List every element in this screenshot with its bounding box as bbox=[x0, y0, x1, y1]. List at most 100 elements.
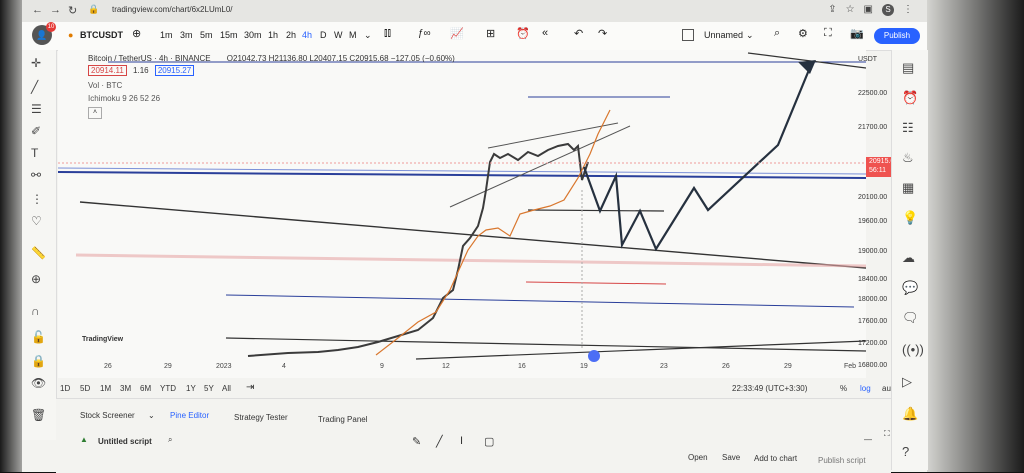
interval-5m[interactable]: 5m bbox=[200, 30, 213, 40]
camera-icon[interactable]: 📷 bbox=[850, 27, 864, 40]
text-tool-icon[interactable]: T bbox=[31, 146, 38, 160]
trash-icon[interactable]: 🗑 bbox=[31, 408, 46, 422]
brush-icon[interactable]: ✐ bbox=[31, 124, 41, 138]
text-cursor-icon[interactable]: I bbox=[460, 435, 463, 447]
pattern-icon[interactable]: ⚯ bbox=[31, 168, 41, 182]
range-5y[interactable]: 5Y bbox=[204, 384, 214, 393]
publish-button[interactable]: Publish bbox=[874, 28, 920, 44]
legend-title[interactable]: Bitcoin / TetherUS · 4h · BINANCE bbox=[88, 54, 211, 63]
range-1d[interactable]: 1D bbox=[60, 384, 70, 393]
interval-4h[interactable]: 4h bbox=[302, 30, 312, 40]
sidepanel-icon[interactable]: ▣ bbox=[864, 4, 873, 16]
layout-name[interactable]: Unnamed bbox=[704, 30, 743, 40]
bid-price[interactable]: 20914.11 bbox=[88, 65, 127, 76]
url-text[interactable]: tradingview.com/chart/6x2LUmL0/ bbox=[112, 5, 233, 14]
templates-icon[interactable]: 📈 bbox=[450, 27, 464, 40]
interval-15m[interactable]: 15m bbox=[220, 30, 238, 40]
magnet-icon[interactable]: ∩ bbox=[31, 304, 40, 318]
add-to-chart-button[interactable]: Add to chart bbox=[754, 454, 797, 463]
stock-screener-dropdown-icon[interactable]: ⌄ bbox=[148, 411, 155, 420]
streams-icon[interactable]: ☁ bbox=[902, 250, 915, 266]
chat-alt-icon[interactable]: 🗨 bbox=[902, 310, 919, 326]
range-6m[interactable]: 6M bbox=[140, 384, 151, 393]
eye-icon[interactable]: 👁 bbox=[31, 376, 46, 390]
interval-1h[interactable]: 1h bbox=[268, 30, 278, 40]
line-tool-icon[interactable]: ╱ bbox=[436, 435, 443, 448]
fullscreen-icon[interactable]: ⛶ bbox=[824, 27, 832, 40]
tab-trading-panel[interactable]: Trading Panel bbox=[318, 415, 368, 424]
range-1m[interactable]: 1M bbox=[100, 384, 111, 393]
zoom-in-icon[interactable]: ⊕ bbox=[31, 272, 41, 286]
tab-strategy-tester[interactable]: Strategy Tester bbox=[234, 413, 288, 422]
range-ytd[interactable]: YTD bbox=[160, 384, 176, 393]
data-window-icon[interactable]: ☷ bbox=[902, 120, 914, 136]
range-all[interactable]: All bbox=[222, 384, 231, 393]
trend-line-icon[interactable]: ╱ bbox=[31, 80, 38, 94]
alert-icon[interactable]: ⏰ bbox=[516, 27, 530, 40]
bookmark-star-icon[interactable]: ☆ bbox=[846, 4, 855, 16]
layout-grid-icon[interactable]: ⊞ bbox=[486, 27, 495, 40]
replay-icon[interactable]: « bbox=[542, 27, 548, 39]
tab-stock-screener[interactable]: Stock Screener bbox=[80, 411, 135, 420]
symbol-search[interactable]: BTCUSDT bbox=[80, 30, 123, 40]
layout-dropdown-icon[interactable]: ⌄ bbox=[746, 30, 754, 41]
layout-checkbox[interactable] bbox=[682, 29, 694, 41]
interval-2h[interactable]: 2h bbox=[286, 30, 296, 40]
save-script-button[interactable]: Save bbox=[722, 453, 740, 462]
percent-toggle[interactable]: % bbox=[840, 384, 847, 393]
publish-script-button[interactable]: Publish script bbox=[818, 456, 866, 465]
ruler-icon[interactable]: 📏 bbox=[31, 246, 46, 260]
reload-icon[interactable]: ↻ bbox=[68, 4, 77, 17]
range-5d[interactable]: 5D bbox=[80, 384, 90, 393]
log-toggle[interactable]: log bbox=[860, 384, 871, 393]
clock-timezone[interactable]: 22:33:49 (UTC+3:30) bbox=[732, 384, 807, 393]
script-title[interactable]: Untitled script bbox=[98, 437, 152, 446]
settings-gear-icon[interactable]: ⚙ bbox=[798, 27, 808, 40]
menu-icon[interactable]: ⋮ bbox=[903, 4, 913, 16]
interval-1m[interactable]: 1m bbox=[160, 30, 173, 40]
crosshair-icon[interactable]: ✛ bbox=[31, 56, 41, 70]
legend-ichimoku[interactable]: Ichimoku 9 26 52 26 bbox=[88, 94, 455, 103]
ideas-bulb-icon[interactable]: 💡 bbox=[902, 210, 918, 226]
currency-label[interactable]: USDT bbox=[858, 56, 877, 63]
goto-date-icon[interactable]: ⇥ bbox=[246, 382, 254, 393]
collapse-legend-icon[interactable]: ˄ bbox=[88, 107, 102, 119]
minimize-panel-icon[interactable]: — bbox=[864, 435, 872, 444]
interval-w[interactable]: W bbox=[334, 30, 343, 40]
redo-icon[interactable]: ↷ bbox=[598, 27, 607, 40]
pen-tool-icon[interactable]: ✎ bbox=[412, 435, 421, 448]
chart-type-icon[interactable]: ⫾⫾ bbox=[384, 27, 391, 40]
lock-icon-2[interactable]: 🔒 bbox=[31, 354, 46, 368]
interval-3m[interactable]: 3m bbox=[180, 30, 193, 40]
indicators-icon[interactable]: ƒ∞ bbox=[418, 28, 431, 39]
profile-avatar[interactable]: S bbox=[882, 4, 894, 16]
share-icon[interactable]: ⇪ bbox=[828, 4, 836, 16]
interval-30m[interactable]: 30m bbox=[244, 30, 262, 40]
ask-price[interactable]: 20915.27 bbox=[154, 65, 195, 76]
interval-d[interactable]: D bbox=[320, 30, 327, 40]
open-script-button[interactable]: Open bbox=[688, 453, 708, 462]
compare-plus-icon[interactable]: ⊕ bbox=[132, 27, 141, 40]
horizontal-lines-icon[interactable]: ☰ bbox=[31, 102, 42, 116]
interval-dropdown-icon[interactable]: ⌄ bbox=[364, 30, 372, 41]
interval-m[interactable]: M bbox=[349, 30, 357, 40]
watchlist-icon[interactable]: ▤ bbox=[902, 60, 914, 76]
tab-pine-editor[interactable]: Pine Editor bbox=[170, 411, 209, 420]
range-3m[interactable]: 3M bbox=[120, 384, 131, 393]
forward-icon[interactable]: → bbox=[50, 4, 61, 16]
favorites-heart-icon[interactable]: ♡ bbox=[31, 214, 42, 228]
range-1y[interactable]: 1Y bbox=[186, 384, 196, 393]
maximize-panel-icon[interactable]: ⛶ bbox=[884, 429, 890, 439]
broadcast-icon[interactable]: ((•)) bbox=[902, 342, 924, 357]
fib-icon[interactable]: ⋮ bbox=[31, 192, 43, 206]
script-search-icon[interactable]: ⌕ bbox=[168, 435, 172, 445]
time-axis[interactable]: 26 29 2023 4 9 12 16 19 23 26 29 Feb bbox=[58, 360, 866, 376]
hotlist-icon[interactable]: ♨ bbox=[902, 150, 914, 166]
lock-drawing-icon[interactable]: 🔓 bbox=[31, 330, 46, 344]
help-icon[interactable]: ? bbox=[902, 444, 909, 459]
rect-tool-icon[interactable]: ▢ bbox=[484, 435, 494, 448]
back-icon[interactable]: ← bbox=[32, 4, 43, 16]
search-icon[interactable]: ⌕ bbox=[774, 27, 780, 40]
alerts-clock-icon[interactable]: ⏰ bbox=[902, 90, 918, 106]
chart-area[interactable]: Bitcoin / TetherUS · 4h · BINANCE O21042… bbox=[58, 50, 909, 378]
